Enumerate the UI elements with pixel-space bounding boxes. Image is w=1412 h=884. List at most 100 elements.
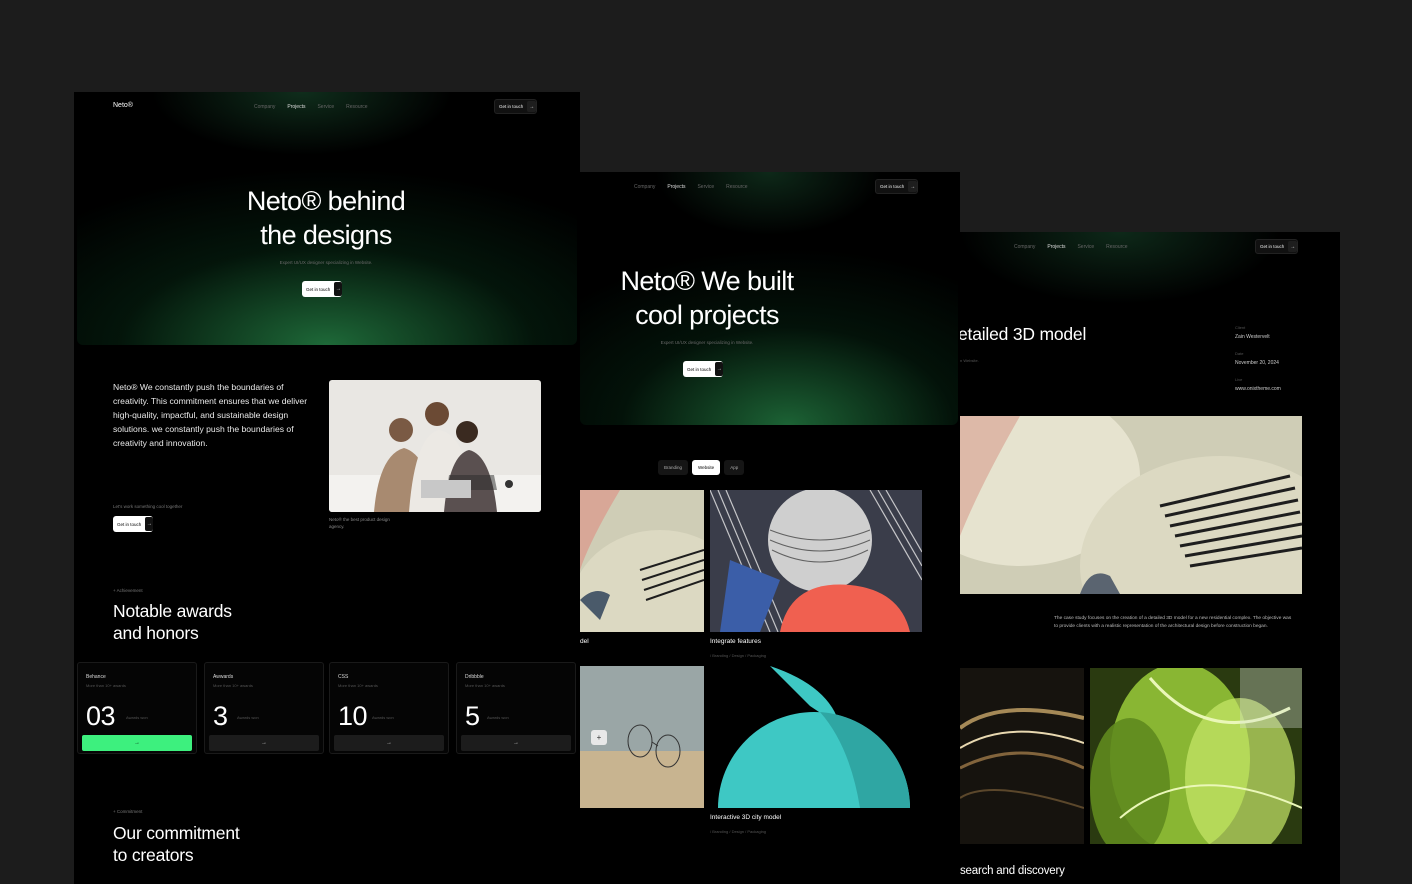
- award-name: Dribbble: [465, 674, 484, 680]
- nav-resource[interactable]: Resource: [346, 104, 367, 110]
- hero-title-line-1: Neto® behind: [246, 186, 406, 216]
- home-page: Neto® Company Projects Service Resource …: [74, 92, 580, 884]
- green-glass-image: [1090, 668, 1302, 844]
- commitment-title-line-1: Our commitment: [113, 823, 240, 843]
- project-title-1[interactable]: del: [580, 638, 589, 645]
- hero-title: Neto® behind the designs: [179, 184, 473, 253]
- live-link[interactable]: www.onixtheme.com: [1235, 386, 1281, 392]
- green-glass-render: [1090, 668, 1302, 844]
- date-label: Date: [1235, 351, 1244, 356]
- award-won-label: Awards won: [126, 715, 148, 720]
- awards-title-line-1: Notable awards: [113, 601, 232, 621]
- light-streaks-image: [960, 668, 1084, 844]
- award-count: 5: [465, 701, 480, 731]
- arrow-right-icon: →: [334, 282, 343, 296]
- project-title: etailed 3D model: [958, 324, 1087, 344]
- hero-title: Neto® We built cool projects: [580, 264, 834, 333]
- about-button-label: Get in touch: [117, 521, 142, 527]
- project-card-image-4[interactable]: [710, 666, 922, 808]
- nav-projects[interactable]: Projects: [1047, 244, 1065, 250]
- project-tags-3: / Branding / Design / Packaging: [710, 829, 767, 834]
- project-hero-image: [960, 416, 1302, 594]
- hero-title-line-2: the designs: [260, 220, 392, 251]
- project-subtitle: n Website.: [960, 358, 979, 363]
- team-photo-illustration: [329, 380, 541, 512]
- filter-website[interactable]: Website: [692, 460, 721, 475]
- about-paragraph: Neto® We constantly push the boundaries …: [113, 382, 308, 448]
- award-won-label: Awards won: [237, 715, 259, 720]
- projects-page: Company Projects Service Resource Get in…: [560, 172, 960, 884]
- award-count: 10: [338, 701, 368, 731]
- section-title-research: search and discovery: [960, 865, 1065, 877]
- main-nav: Company Projects Service Resource: [254, 104, 368, 110]
- hero-title-line-1: Neto® We built: [620, 266, 794, 296]
- award-card-dribbble[interactable]: Dribbble More than 10+ awards 5 Awards w…: [456, 662, 576, 754]
- main-nav: Company Projects Service Resource: [634, 184, 748, 190]
- get-in-touch-button[interactable]: Get in touch →: [1255, 239, 1299, 254]
- nav-service[interactable]: Service: [317, 104, 334, 110]
- add-icon-button[interactable]: +: [591, 730, 607, 745]
- award-card-css[interactable]: CSS More than 10+ awards 10 Awards won →: [329, 662, 449, 754]
- project-title-3[interactable]: Interactive 3D city model: [710, 814, 781, 821]
- award-arrow-button[interactable]: →: [334, 735, 444, 751]
- commitment-title: Our commitment to creators: [113, 822, 240, 866]
- get-in-touch-button[interactable]: Get in touch →: [875, 179, 919, 194]
- category-filters: Branding Website App: [658, 460, 745, 475]
- nav-company[interactable]: Company: [634, 184, 655, 190]
- teal-sphere-thumb: [710, 666, 922, 808]
- award-desc: More than 10+ awards: [86, 683, 126, 688]
- date-value: November 20, 2024: [1235, 360, 1279, 366]
- award-card-awwards[interactable]: Awwards More than 10+ awards 3 Awards wo…: [204, 662, 324, 754]
- award-name: CSS: [338, 674, 349, 680]
- nav-company[interactable]: Company: [254, 104, 275, 110]
- filter-branding[interactable]: Branding: [658, 460, 689, 475]
- team-photo: [329, 380, 541, 512]
- arrow-right-icon: →: [145, 517, 154, 531]
- arrow-right-icon: →: [715, 362, 724, 376]
- award-arrow-button[interactable]: →: [82, 735, 192, 751]
- hero-get-in-touch-button[interactable]: Get in touch →: [302, 281, 343, 297]
- project-title-2[interactable]: Integrate features: [710, 638, 761, 645]
- nav-resource[interactable]: Resource: [1106, 244, 1127, 250]
- hero-button-label: Get in touch: [687, 366, 712, 372]
- filter-app[interactable]: App: [724, 460, 745, 475]
- lets-work-label: Let's work something cool together: [113, 504, 183, 509]
- main-nav: Company Projects Service Resource: [1014, 244, 1128, 250]
- nav-company[interactable]: Company: [1014, 244, 1035, 250]
- hero-title-line-2: cool projects: [635, 300, 779, 331]
- architecture-thumb: [580, 490, 704, 632]
- hero-get-in-touch-button[interactable]: Get in touch →: [683, 361, 724, 377]
- award-won-label: Awards won: [372, 715, 394, 720]
- get-in-touch-button[interactable]: Get in touch →: [494, 99, 538, 114]
- hero-button-label: Get in touch: [306, 286, 331, 292]
- nav-projects[interactable]: Projects: [667, 184, 685, 190]
- award-desc: More than 10+ awards: [213, 683, 253, 688]
- abstract-3d-thumb: [710, 490, 922, 632]
- project-card-image-1[interactable]: [580, 490, 704, 632]
- award-desc: More than 10+ awards: [465, 683, 505, 688]
- project-tags-2: / Branding / Design / Packaging: [710, 653, 767, 658]
- cta-label: Get in touch: [499, 104, 524, 109]
- about-get-in-touch-button[interactable]: Get in touch →: [113, 516, 154, 532]
- award-count: 03: [86, 701, 116, 731]
- nav-service[interactable]: Service: [697, 184, 714, 190]
- arrow-right-icon: →: [1288, 241, 1298, 252]
- award-card-behance[interactable]: Behance More than 10+ awards 03 Awards w…: [77, 662, 197, 754]
- award-arrow-button[interactable]: →: [209, 735, 319, 751]
- nav-resource[interactable]: Resource: [726, 184, 747, 190]
- project-card-image-2[interactable]: [710, 490, 922, 632]
- cta-label: Get in touch: [880, 184, 905, 189]
- award-name: Behance: [86, 674, 106, 680]
- arrow-right-icon: →: [908, 181, 918, 192]
- brand-logo[interactable]: Neto®: [113, 102, 133, 109]
- architecture-render: [960, 416, 1302, 594]
- award-count: 3: [213, 701, 228, 731]
- award-arrow-button[interactable]: →: [461, 735, 571, 751]
- live-label: Live: [1235, 377, 1243, 382]
- project-detail-page: Company Projects Service Resource Get in…: [940, 232, 1340, 884]
- commitment-label: + Commitment: [113, 809, 143, 814]
- awards-title-line-2: and honors: [113, 623, 199, 643]
- nav-projects[interactable]: Projects: [287, 104, 305, 110]
- award-desc: More than 10+ awards: [338, 683, 378, 688]
- nav-service[interactable]: Service: [1077, 244, 1094, 250]
